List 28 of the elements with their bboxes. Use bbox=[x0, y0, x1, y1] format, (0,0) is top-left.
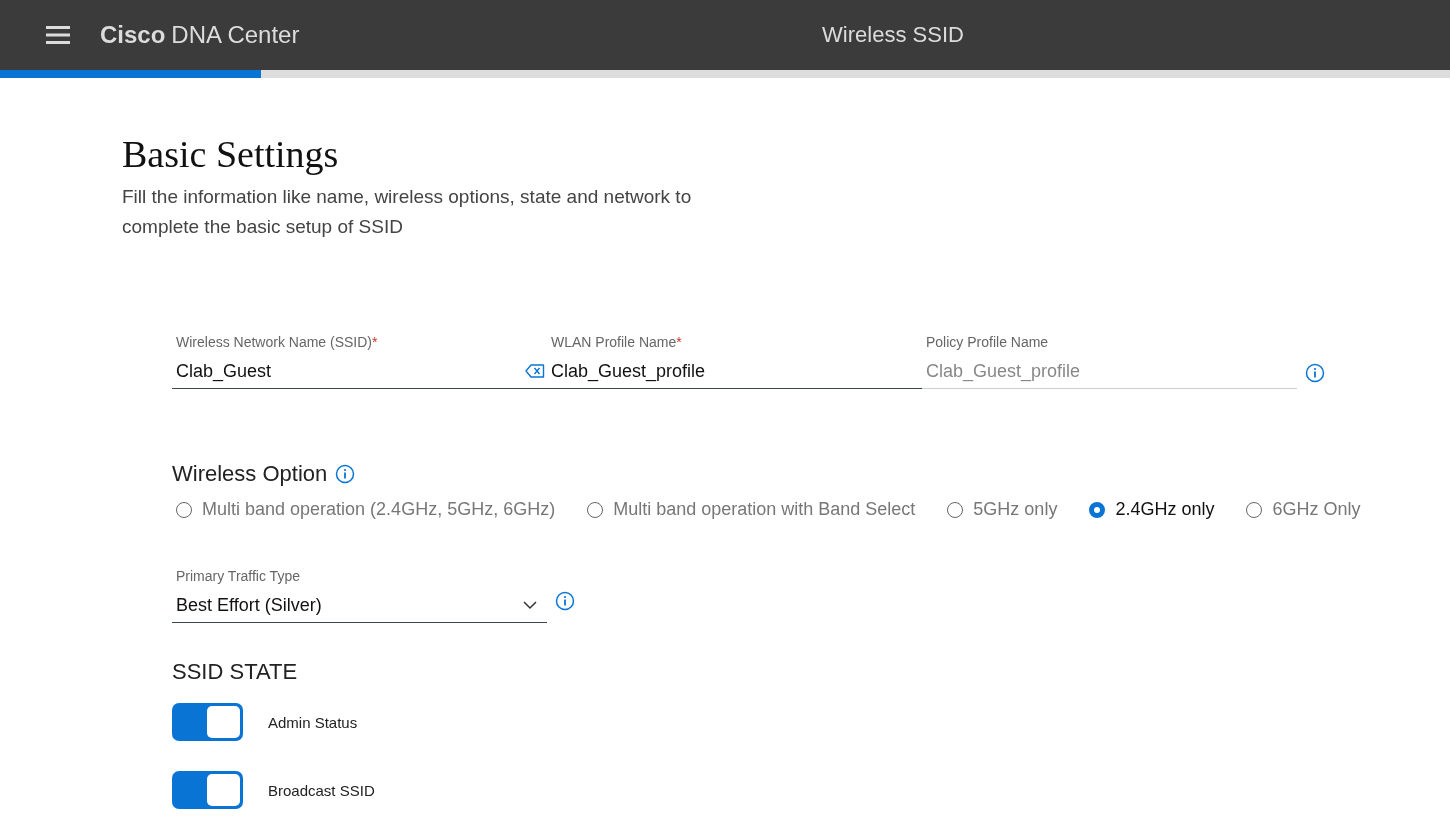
text-field[interactable]: Clab_Guest bbox=[172, 354, 547, 389]
text-field[interactable]: Clab_Guest_profile bbox=[547, 354, 922, 389]
toggle-label: Admin Status bbox=[268, 713, 358, 731]
page-title: Wireless SSID bbox=[822, 22, 964, 47]
radio-option[interactable]: Multi band operation with Band Select bbox=[587, 499, 916, 520]
toggle-label: Broadcast SSID bbox=[268, 781, 375, 799]
app-logo-text: Cisco DNA Center bbox=[100, 21, 300, 49]
section-title: Basic Settings bbox=[122, 132, 340, 176]
field-label: Primary Traffic Type bbox=[175, 568, 301, 586]
radio-option[interactable]: 5GHz only bbox=[947, 499, 1058, 520]
field-label: Wireless Network Name (SSID)* bbox=[175, 334, 379, 352]
toggle-switch[interactable] bbox=[172, 771, 243, 809]
chevron-down-icon bbox=[523, 600, 537, 610]
field-label: Policy Profile Name bbox=[925, 334, 1050, 352]
ssid-state-title: SSID STATE bbox=[172, 659, 299, 685]
info-icon[interactable] bbox=[335, 464, 356, 484]
toggle-switch[interactable] bbox=[172, 703, 243, 741]
field-label: WLAN Profile Name* bbox=[550, 334, 683, 352]
info-icon[interactable] bbox=[555, 591, 575, 611]
radio-option[interactable]: 2.4GHz only bbox=[1089, 499, 1215, 520]
wireless-option-title: Wireless Option bbox=[172, 461, 328, 487]
clear-icon[interactable] bbox=[525, 364, 545, 378]
section-description: Fill the information like name, wireless options, state and network to complete the basic setup of SSID bbox=[122, 185, 693, 239]
radio-option[interactable]: Multi band operation (2.4GHz, 5GHz, 6GHz) bbox=[176, 499, 556, 520]
text-field: Clab_Guest_profile bbox=[922, 354, 1297, 389]
radio-option[interactable]: 6GHz Only bbox=[1246, 499, 1361, 520]
menu-icon[interactable] bbox=[46, 26, 70, 44]
primary-traffic-dropdown[interactable]: Best Effort (Silver) bbox=[172, 588, 547, 623]
